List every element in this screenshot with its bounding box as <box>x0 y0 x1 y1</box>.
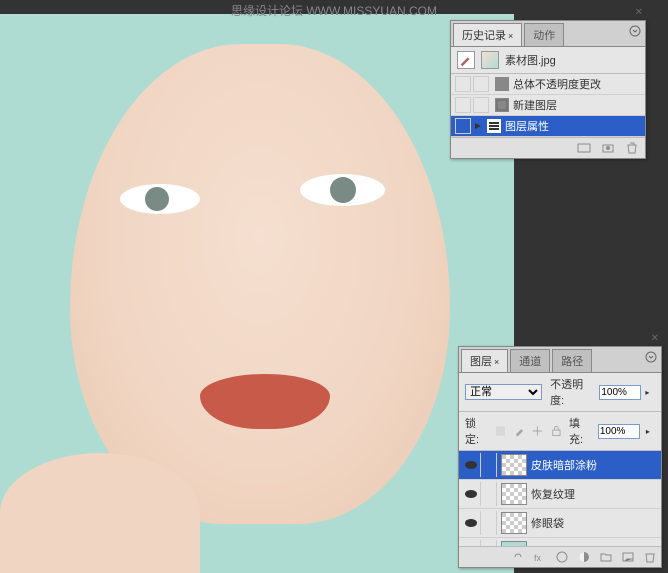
eye-icon <box>465 461 477 469</box>
link-col[interactable] <box>481 511 497 535</box>
history-item[interactable]: 总体不透明度更改 <box>451 74 645 95</box>
tab-history[interactable]: 历史记录× <box>453 23 522 46</box>
adjustment-icon[interactable] <box>577 550 591 564</box>
trash-icon[interactable] <box>625 141 639 155</box>
history-item[interactable]: 图层属性 <box>451 116 645 137</box>
layer-item[interactable]: 皮肤暗部涂粉 <box>459 451 661 480</box>
opacity-icon <box>495 77 509 91</box>
canvas[interactable] <box>0 14 514 573</box>
history-tabs: 历史记录× 动作 <box>451 21 645 47</box>
history-document-row[interactable]: 素材图.jpg <box>451 47 645 74</box>
opacity-arrow-icon[interactable]: ▸ <box>645 388 655 397</box>
layer-thumb-icon <box>501 483 527 505</box>
layer-item[interactable]: 修眼袋 <box>459 509 661 538</box>
panel-menu-icon[interactable] <box>629 25 641 37</box>
blend-mode-select[interactable]: 正常 <box>465 384 542 400</box>
history-item-label: 总体不透明度更改 <box>513 76 601 92</box>
new-snapshot-icon[interactable] <box>601 141 615 155</box>
portrait-image <box>0 14 514 573</box>
panel-close-icon[interactable]: ✕ <box>635 7 643 18</box>
brush-thumb-icon <box>457 51 475 69</box>
fill-label: 填充: <box>569 415 592 447</box>
trash-icon[interactable] <box>643 550 657 564</box>
opacity-input[interactable] <box>599 385 641 400</box>
link-col[interactable] <box>481 453 497 477</box>
layer-props-icon <box>487 119 501 133</box>
opacity-label: 不透明度: <box>550 376 595 408</box>
layer-name: 皮肤暗部涂粉 <box>531 457 597 473</box>
current-marker-icon <box>473 121 483 131</box>
layer-name: 恢复纹理 <box>531 486 575 502</box>
visibility-toggle[interactable] <box>461 453 481 477</box>
tab-close-icon[interactable]: × <box>508 31 513 41</box>
layer-thumb-icon <box>501 512 527 534</box>
visibility-toggle[interactable] <box>461 482 481 506</box>
fill-input[interactable] <box>598 424 640 439</box>
svg-text:fx: fx <box>534 553 542 563</box>
folder-icon[interactable] <box>599 550 613 564</box>
watermark-text: 思缘设计论坛 WWW.MISSYUAN.COM <box>231 2 437 19</box>
tab-channels[interactable]: 通道 <box>510 349 550 372</box>
new-layer-icon[interactable] <box>621 550 635 564</box>
history-footer <box>451 137 645 158</box>
history-item[interactable]: 新建图层 <box>451 95 645 116</box>
layers-tabs: 图层× 通道 路径 <box>459 347 661 373</box>
tab-actions[interactable]: 动作 <box>524 23 564 46</box>
mask-icon[interactable] <box>555 550 569 564</box>
layer-item[interactable]: 恢复纹理 <box>459 480 661 509</box>
layers-footer: fx <box>459 546 661 567</box>
history-list: 总体不透明度更改 新建图层 图层属性 <box>451 74 645 137</box>
new-layer-icon <box>495 98 509 112</box>
fill-arrow-icon[interactable]: ▸ <box>646 427 655 436</box>
lock-move-icon[interactable] <box>531 424 544 438</box>
layers-panel: ✕ 图层× 通道 路径 正常 不透明度: ▸ 锁定: 填充: ▸ 皮肤暗部涂粉 <box>458 346 662 568</box>
tab-close-icon[interactable]: × <box>494 357 499 367</box>
panel-menu-icon[interactable] <box>645 351 657 363</box>
snapshot-icon[interactable] <box>577 141 591 155</box>
history-panel: ✕ 历史记录× 动作 素材图.jpg 总体不透明度更改 新建图层 图层属性 <box>450 20 646 159</box>
eye-icon <box>465 519 477 527</box>
lock-fill-row: 锁定: 填充: ▸ <box>459 412 661 451</box>
document-thumb-icon <box>481 51 499 69</box>
document-name: 素材图.jpg <box>505 52 556 68</box>
lock-label: 锁定: <box>465 415 488 447</box>
link-icon[interactable] <box>511 550 525 564</box>
history-item-label: 图层属性 <box>505 118 549 134</box>
lock-brush-icon[interactable] <box>513 424 526 438</box>
tab-paths[interactable]: 路径 <box>552 349 592 372</box>
blend-opacity-row: 正常 不透明度: ▸ <box>459 373 661 412</box>
tab-layers[interactable]: 图层× <box>461 349 508 372</box>
layer-name: 修眼袋 <box>531 515 564 531</box>
fx-icon[interactable]: fx <box>533 550 547 564</box>
lock-all-icon[interactable] <box>550 424 563 438</box>
panel-close-icon[interactable]: ✕ <box>651 333 659 344</box>
layer-thumb-icon <box>501 454 527 476</box>
visibility-toggle[interactable] <box>461 511 481 535</box>
history-item-label: 新建图层 <box>513 97 557 113</box>
eye-icon <box>465 490 477 498</box>
lock-transparency-icon[interactable] <box>494 424 507 438</box>
link-col[interactable] <box>481 482 497 506</box>
